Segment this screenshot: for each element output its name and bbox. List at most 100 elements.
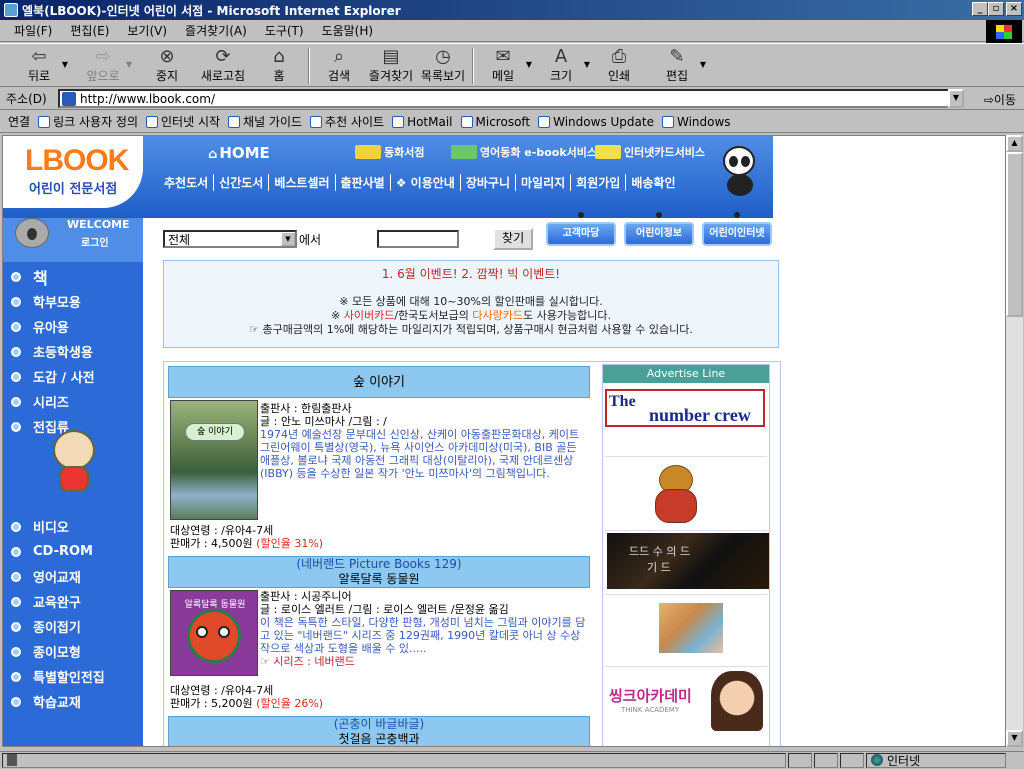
address-input[interactable]: http://www.lbook.com/ [58,89,964,108]
nav-bestseller[interactable]: 베스트셀러 [269,174,336,191]
refresh-button[interactable]: ⟳ 새로고침 [200,46,246,86]
book-series-link[interactable]: ☞ 시리즈 : 네버랜드 [260,655,590,668]
bullet-icon [11,571,21,582]
link-recommended[interactable]: 추천 사이트 [310,113,384,130]
edit-button[interactable]: ✎ 편집 ▼ [654,46,706,86]
category-parents[interactable]: 학부모용 [3,289,143,314]
menu-favorites[interactable]: 즐겨찾기(A) [185,22,247,39]
ad-think-academy[interactable]: 씽크아카데미 THINK ACADEMY [605,669,767,746]
book-cover-image[interactable]: 숲 이야기 [170,400,258,520]
category-discount-sets[interactable]: 특별할인전집 [3,664,143,689]
link-start[interactable]: 인터넷 시작 [146,113,220,130]
go-button[interactable]: ⇨이동 [984,91,1016,108]
category-toys[interactable]: 교육완구 [3,589,143,614]
home-button[interactable]: ⌂ 홈 [256,46,302,86]
book-title-header[interactable]: (네버랜드 Picture Books 129) 알록달록 동물원 [168,556,590,588]
nav-recommended[interactable]: 추천도서 [159,174,215,191]
category-cdrom[interactable]: CD-ROM [3,539,143,564]
link-windows[interactable]: Windows [661,115,731,129]
category-paper-model[interactable]: 종이모형 [3,639,143,664]
close-button[interactable]: × [1006,2,1022,16]
book-price-info: 대상연령 : /유아4-7세 판매가 : 4,500원 (할인율 31%) [170,524,323,550]
book-title-header[interactable]: 숲 이야기 [168,366,590,398]
title-bar[interactable]: 엘북(LBOOK)-인터넷 어린이 서점 - Microsoft Interne… [0,0,1024,20]
maximize-button[interactable]: ▫ [988,2,1004,16]
book-info: 출판사 : 한림출판사 글 : 안노 미쓰마사 /그림 : / 1974년 예술… [260,402,590,480]
minimize-button[interactable]: _ [972,2,988,16]
menu-help[interactable]: 도움말(H) [322,22,374,39]
search-button[interactable]: ⌕ 검색 [316,46,362,86]
menu-view[interactable]: 보기(V) [127,22,167,39]
service-card[interactable]: 인터넷카드서비스 [595,144,705,160]
service-fairytale[interactable]: 동화서점 [355,144,424,160]
mail-button[interactable]: ✉ 메일 ▼ [480,46,532,86]
menu-file[interactable]: 파일(F) [14,22,52,39]
search-scope-select[interactable]: 전체 ▼ [163,230,297,248]
tab-kids-internet[interactable]: 어린이인터넷 [702,212,772,246]
back-button[interactable]: ⇦ 뒤로 ▼ [16,46,68,86]
monkey-mascot-icon [47,430,101,494]
size-button[interactable]: A 크기 ▼ [538,46,590,86]
event-title[interactable]: 1. 6월 이벤트! 2. 깜짝! 빅 이벤트! [164,267,778,281]
login-link[interactable]: 로그인 [81,234,109,249]
ad-kids-photo[interactable] [605,597,767,667]
category-book[interactable]: 책 [3,264,143,289]
nav-new[interactable]: 신간도서 [214,174,270,191]
forward-button[interactable]: ⇨ 앞으로 ▼ [80,46,132,86]
dasarang-card-link[interactable]: 다사랑카드 [472,309,523,322]
link-microsoft[interactable]: Microsoft [460,115,530,129]
windows-logo-icon [986,20,1022,44]
history-button[interactable]: ◷ 목록보기 [420,46,466,86]
link-customize[interactable]: 링크 사용자 정의 [38,113,138,130]
site-logo[interactable]: LBOOK [25,144,129,178]
browser-window: 엘북(LBOOK)-인터넷 어린이 서점 - Microsoft Interne… [0,0,1024,768]
book-description[interactable]: 1974년 예술선장 문부대신 신인상, 산케이 아동출판문화대상, 케이트 그… [260,428,590,480]
tab-kids-info[interactable]: 어린이정보 [624,212,694,246]
address-dropdown-button[interactable]: ▼ [948,89,964,108]
ad-teddy-bear[interactable] [605,459,767,531]
scroll-thumb[interactable] [1006,152,1023,317]
category-origami[interactable]: 종이접기 [3,614,143,639]
category-series[interactable]: 시리즈 [3,389,143,414]
category-dictionary[interactable]: 도감 / 사전 [3,364,143,389]
ad-header: Advertise Line [603,365,769,383]
scroll-up-arrow-icon[interactable]: ▲ [1006,135,1023,152]
service-ebook[interactable]: 영어동화 e-book서비스 [451,144,597,160]
link-channel-guide[interactable]: 채널 가이드 [228,113,302,130]
nav-cart[interactable]: 장바구니 [461,174,516,191]
bullet-icon [11,371,21,382]
nav-mileage[interactable]: 마일리지 [516,174,572,191]
print-button[interactable]: ⎙ 인쇄 [596,46,642,86]
cyber-card-link[interactable]: 사이버카드 [344,309,395,322]
link-windows-update[interactable]: Windows Update [538,115,654,129]
category-study[interactable]: 학습교재 [3,689,143,714]
ad-dark-banner[interactable]: 드드 수 의 드기 드 [605,533,769,595]
menu-edit[interactable]: 편집(E) [70,22,109,39]
panda-mascot-icon [719,146,759,196]
favorites-button[interactable]: ▤ 즐겨찾기 [368,46,414,86]
scroll-down-arrow-icon[interactable]: ▼ [1006,730,1023,747]
tab-customer[interactable]: 고객마당 [546,212,616,246]
nav-publisher[interactable]: 출판사별 [336,174,391,191]
category-english[interactable]: 영어교재 [3,564,143,589]
event-notice: 1. 6월 이벤트! 2. 깜짝! 빅 이벤트! ※ 모든 상품에 대해 10~… [163,260,779,348]
menu-tools[interactable]: 도구(T) [265,22,304,39]
nav-delivery[interactable]: 배송확인 [626,174,680,191]
category-toddler[interactable]: 유아용 [3,314,143,339]
category-video[interactable]: 비디오 [3,514,143,539]
book-cover-image[interactable]: 알록달록 동물원 [170,590,258,676]
nav-join[interactable]: 회원가입 [571,174,627,191]
link-hotmail[interactable]: HotMail [392,115,453,129]
bullet-icon [11,521,21,532]
home-link[interactable]: ⌂ HOME [208,144,270,162]
category-elementary[interactable]: 초등학생용 [3,339,143,364]
nav-guide[interactable]: ❖ 이용안내 [391,174,461,191]
search-submit-button[interactable]: 찾기 [493,228,534,250]
book-title-header[interactable]: (곤충이 바글바글) 첫걸음 곤충백과 [168,716,590,746]
stop-button[interactable]: ⊗ 중지 [144,46,190,86]
search-input[interactable] [377,230,460,248]
history-icon: ◷ [435,46,451,67]
vertical-scrollbar[interactable]: ▲ ▼ [1006,135,1023,747]
ad-number-crew[interactable]: The number crew [605,385,767,457]
book-description[interactable]: 이 책은 독특한 스타일, 다양한 판형, 개성미 넘치는 그림과 이야기를 담… [260,616,590,655]
